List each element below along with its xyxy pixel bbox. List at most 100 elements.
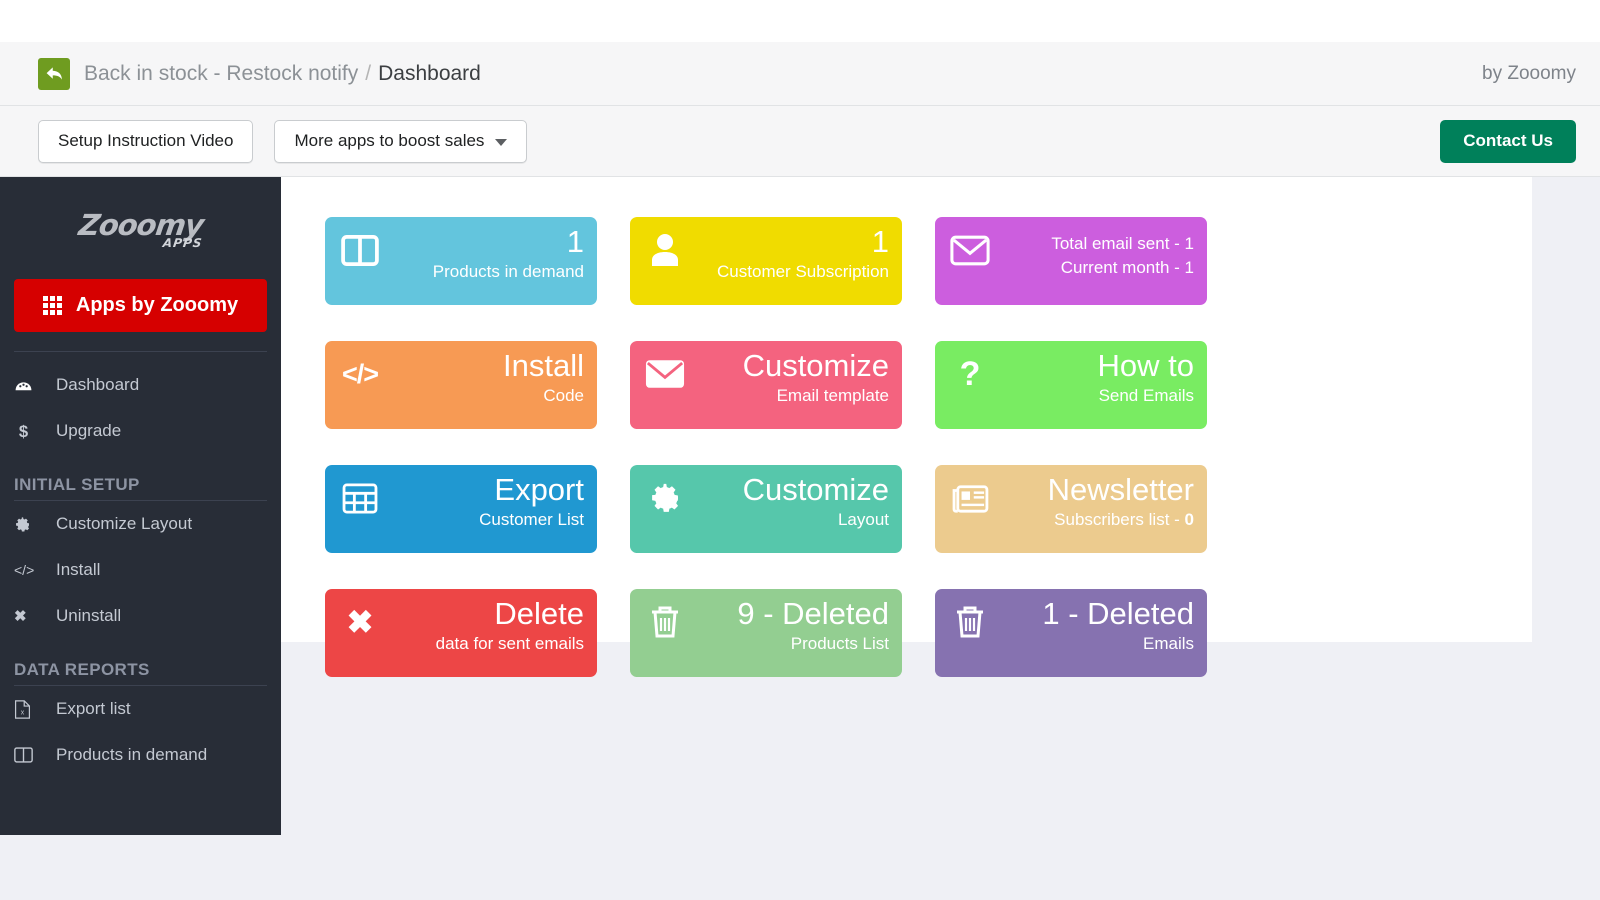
sidebar-divider-top [14,351,267,352]
card-secondary: data for sent emails [436,634,584,653]
card-primary: 1 [717,225,889,260]
card-products-in-demand[interactable]: 1 Products in demand [325,217,597,305]
sidebar-heading-data-reports: DATA REPORTS [0,660,281,680]
card-how-to-send-emails[interactable]: ? How to Send Emails [935,341,1207,429]
card-primary: Customize [743,473,889,508]
brand-logo-subtext: APPS [162,237,203,249]
breadcrumb-current-page: Dashboard [378,62,481,86]
card-text: Customize Email template [743,349,889,405]
sidebar-item-upgrade-label: Upgrade [56,421,121,441]
card-secondary: Email template [743,386,889,405]
contact-us-button[interactable]: Contact Us [1440,120,1576,163]
breadcrumb: Back in stock - Restock notify / Dashboa… [84,62,481,86]
card-primary: Export [479,473,584,508]
card-secondary: Products List [737,634,889,653]
main-content: 1 Products in demand 1 Customer Subs [281,177,1600,900]
breadcrumb-app-name[interactable]: Back in stock - Restock notify [84,62,358,86]
card-export-customer-list[interactable]: Export Customer List [325,465,597,553]
card-primary: 9 - Deleted [737,597,889,632]
columns-icon [339,230,381,270]
sidebar-item-dashboard[interactable]: Dashboard [0,362,281,408]
card-text: Export Customer List [479,473,584,529]
more-apps-dropdown-button[interactable]: More apps to boost sales [274,120,527,163]
card-text: 1 Products in demand [433,225,584,281]
card-secondary: Code [503,386,584,405]
columns-icon [14,747,44,763]
card-primary: 1 [433,225,584,260]
back-arrow-icon[interactable] [38,58,70,90]
svg-text:$: $ [19,422,28,441]
dashboard-card-grid: 1 Products in demand 1 Customer Subs [281,177,1461,677]
x-icon: ✖ [339,602,381,642]
card-deleted-emails[interactable]: 1 - Deleted Emails [935,589,1207,677]
sidebar-item-dashboard-label: Dashboard [56,375,139,395]
sidebar-item-customize-layout-label: Customize Layout [56,514,192,534]
apps-by-zooomy-button[interactable]: Apps by Zooomy [14,279,267,332]
browser-blank-strip [0,0,1600,42]
byline: by Zooomy [1482,63,1576,85]
sidebar-item-uninstall-label: Uninstall [56,606,121,626]
card-primary: Newsletter [1048,473,1194,508]
trash-icon [644,602,686,642]
table-icon [339,478,381,518]
card-customer-subscription[interactable]: 1 Customer Subscription [630,217,902,305]
card-primary: How to [1098,349,1194,384]
card-secondary-count: 0 [1185,510,1194,529]
sidebar: Zooomy APPS Apps by Zooomy [0,177,281,835]
card-secondary: Customer List [479,510,584,529]
card-text: Customize Layout [743,473,889,529]
app-header: Back in stock - Restock notify / Dashboa… [0,42,1600,106]
card-primary: Install [503,349,584,384]
setup-instruction-video-button[interactable]: Setup Instruction Video [38,120,253,163]
card-primary: Customize [743,349,889,384]
card-delete-sent-email-data[interactable]: ✖ Delete data for sent emails [325,589,597,677]
sidebar-item-install[interactable]: </> Install [0,547,281,593]
card-text: 1 Customer Subscription [717,225,889,281]
envelope-icon [644,354,686,394]
card-deleted-products-list[interactable]: 9 - Deleted Products List [630,589,902,677]
more-apps-label: More apps to boost sales [294,131,484,151]
card-customize-layout[interactable]: Customize Layout [630,465,902,553]
card-line-2: Current month - 1 [1051,258,1194,277]
sidebar-item-upgrade[interactable]: $ Upgrade [0,408,281,454]
grid-icon [43,296,62,315]
gear-icon [14,516,44,533]
gear-icon [644,478,686,518]
card-secondary: Layout [743,510,889,529]
breadcrumb-separator: / [365,62,371,86]
card-secondary: Send Emails [1098,386,1194,405]
sidebar-item-install-label: Install [56,560,100,580]
user-icon [644,230,686,270]
card-text: How to Send Emails [1098,349,1194,405]
sidebar-item-customize-layout[interactable]: Customize Layout [0,501,281,547]
card-text: Delete data for sent emails [436,597,584,653]
envelope-icon [949,230,991,270]
card-newsletter[interactable]: Newsletter Subscribers list - 0 [935,465,1207,553]
toolbar: Setup Instruction Video More apps to boo… [0,106,1600,177]
chevron-down-icon [495,139,507,146]
card-secondary: Products in demand [433,262,584,281]
x-icon: ✖ [14,607,44,625]
page-shell: Zooomy APPS Apps by Zooomy [0,177,1600,900]
card-secondary-label: Subscribers list - [1054,510,1184,529]
card-text: 1 - Deleted Emails [1042,597,1194,653]
card-email-stats[interactable]: Total email sent - 1 Current month - 1 [935,217,1207,305]
card-secondary: Customer Subscription [717,262,889,281]
card-text: Total email sent - 1 Current month - 1 [1051,234,1194,277]
sidebar-item-products-in-demand-label: Products in demand [56,745,207,765]
code-icon: </> [14,562,44,578]
sidebar-item-products-in-demand[interactable]: Products in demand [0,732,281,778]
card-customize-email-template[interactable]: Customize Email template [630,341,902,429]
trash-icon [949,602,991,642]
sidebar-item-export-list[interactable]: x Export list [0,686,281,732]
card-primary: 1 - Deleted [1042,597,1194,632]
card-text: Newsletter Subscribers list - 0 [1048,473,1194,529]
setup-instruction-video-label: Setup Instruction Video [58,131,233,151]
card-secondary: Subscribers list - 0 [1048,510,1194,529]
card-install-code[interactable]: </> Install Code [325,341,597,429]
apps-by-zooomy-label: Apps by Zooomy [76,294,238,317]
sidebar-item-uninstall[interactable]: ✖ Uninstall [0,593,281,639]
card-primary: Delete [436,597,584,632]
sidebar-heading-initial-setup: INITIAL SETUP [0,475,281,495]
question-icon: ? [949,354,991,394]
